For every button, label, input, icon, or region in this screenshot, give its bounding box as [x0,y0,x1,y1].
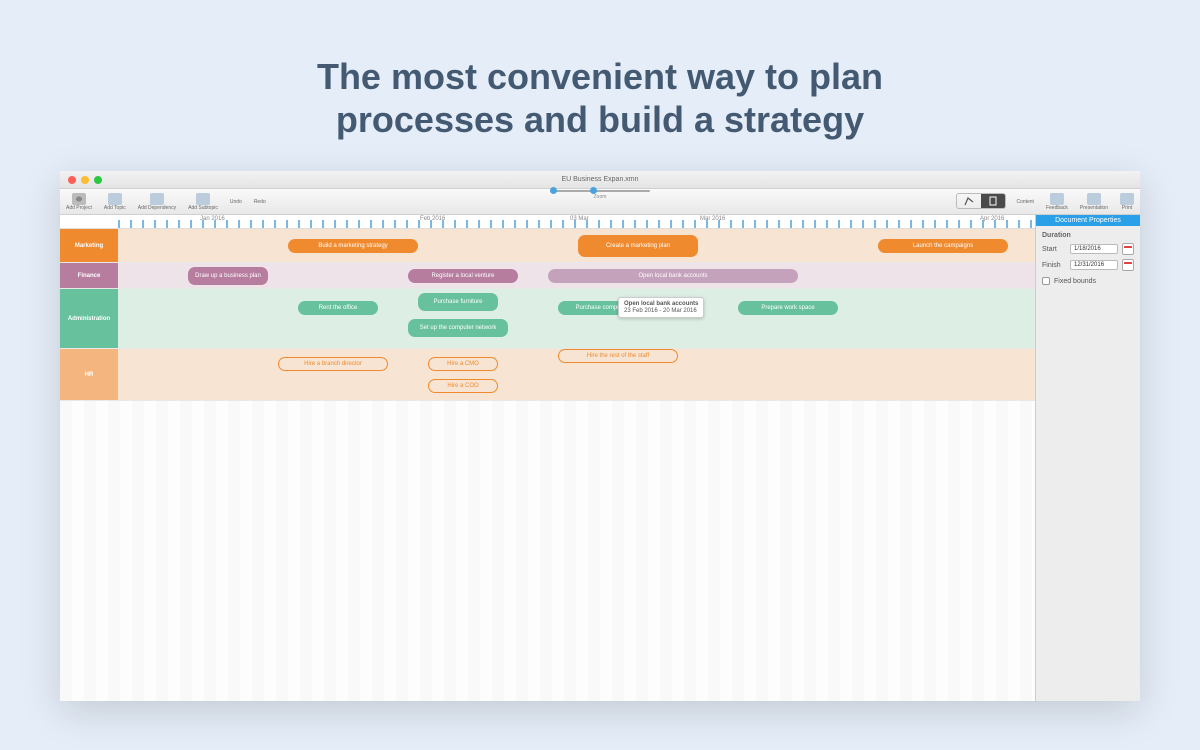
panel-section-title: Duration [1042,232,1134,239]
checkbox-icon[interactable] [1042,277,1050,285]
app-window: EU Business Expan.xmn Add Project Add To… [60,171,1140,701]
view-mode-segment[interactable] [956,193,1006,209]
gantt-chart[interactable]: Jan 2016 Feb 2016 03 Mar Mar 2016 Apr 20… [60,215,1035,701]
task-open-accounts[interactable]: Open local bank accounts [548,269,798,283]
task-build-strategy[interactable]: Build a marketing strategy [288,239,418,253]
finish-date-row: Finish 12/31/2016 [1042,259,1134,271]
swimlanes: Marketing Build a marketing strategy Cre… [60,229,1035,701]
content-label: Content [1010,189,1040,214]
task-setup-network[interactable]: Set up the computer network [408,319,508,337]
feedback-button[interactable]: Feedback [1040,189,1074,214]
task-register[interactable]: Register a local venture [408,269,518,283]
presentation-icon [1087,193,1101,205]
zoom-slider[interactable]: Zoom [550,190,650,200]
lane-label-hr[interactable]: HR [60,349,118,400]
calendar-icon[interactable] [1122,243,1134,255]
task-prepare[interactable]: Prepare work space [738,301,838,315]
titlebar: EU Business Expan.xmn [60,171,1140,189]
lane-label-marketing[interactable]: Marketing [60,229,118,262]
content-tab[interactable] [957,194,981,208]
document-tab[interactable] [981,194,1005,208]
task-create-plan[interactable]: Create a marketing plan [578,235,698,257]
subtopic-icon [196,193,210,205]
task-branch-director[interactable]: Hire a branch director [278,357,388,371]
print-button[interactable]: Print [1114,189,1140,214]
lane-label-admin[interactable]: Administration [60,289,118,348]
time-axis: Jan 2016 Feb 2016 03 Mar Mar 2016 Apr 20… [60,215,1035,229]
lane-admin: Administration Rent the office Purchase … [60,289,1035,349]
task-launch[interactable]: Launch the campaigns [878,239,1008,253]
task-tooltip: Open local bank accounts 23 Feb 2016 - 2… [618,297,704,318]
toolbar: Add Project Add Topic Add Dependency Add… [60,189,1140,215]
lane-hr: HR Hire a branch director Hire a CMO Hir… [60,349,1035,401]
finish-date-field[interactable]: 12/31/2016 [1070,260,1118,270]
feedback-icon [1050,193,1064,205]
add-subtopic-button[interactable]: Add Subtopic [182,189,224,214]
task-coo[interactable]: Hire a COO [428,379,498,393]
add-topic-button[interactable]: Add Topic [98,189,132,214]
panel-header: Document Properties [1036,215,1140,226]
start-date-field[interactable]: 1/18/2016 [1070,244,1118,254]
redo-button[interactable]: Redo [248,189,272,214]
properties-panel: Document Properties Duration Start 1/18/… [1035,215,1140,701]
fixed-bounds-row[interactable]: Fixed bounds [1042,277,1134,285]
empty-area [60,401,1035,701]
topic-icon [108,193,122,205]
add-project-button[interactable]: Add Project [60,189,98,214]
task-purchase-furniture[interactable]: Purchase furniture [418,293,498,311]
undo-button[interactable]: Undo [224,189,248,214]
task-cmo[interactable]: Hire a CMO [428,357,498,371]
lane-marketing: Marketing Build a marketing strategy Cre… [60,229,1035,263]
presentation-button[interactable]: Presentation [1074,189,1114,214]
lane-finance: Finance Draw up a business plan Register… [60,263,1035,289]
hero-headline: The most convenient way to plan processe… [0,0,1200,171]
task-rest-staff[interactable]: Hire the rest of the staff [558,349,678,363]
start-date-row: Start 1/18/2016 [1042,243,1134,255]
print-icon [1120,193,1134,205]
lane-label-finance[interactable]: Finance [60,263,118,288]
task-rent[interactable]: Rent the office [298,301,378,315]
gear-icon [72,193,86,205]
task-draw-plan[interactable]: Draw up a business plan [188,267,268,285]
dependency-icon [150,193,164,205]
document-title: EU Business Expan.xmn [60,176,1140,183]
calendar-icon[interactable] [1122,259,1134,271]
add-dependency-button[interactable]: Add Dependency [132,189,182,214]
